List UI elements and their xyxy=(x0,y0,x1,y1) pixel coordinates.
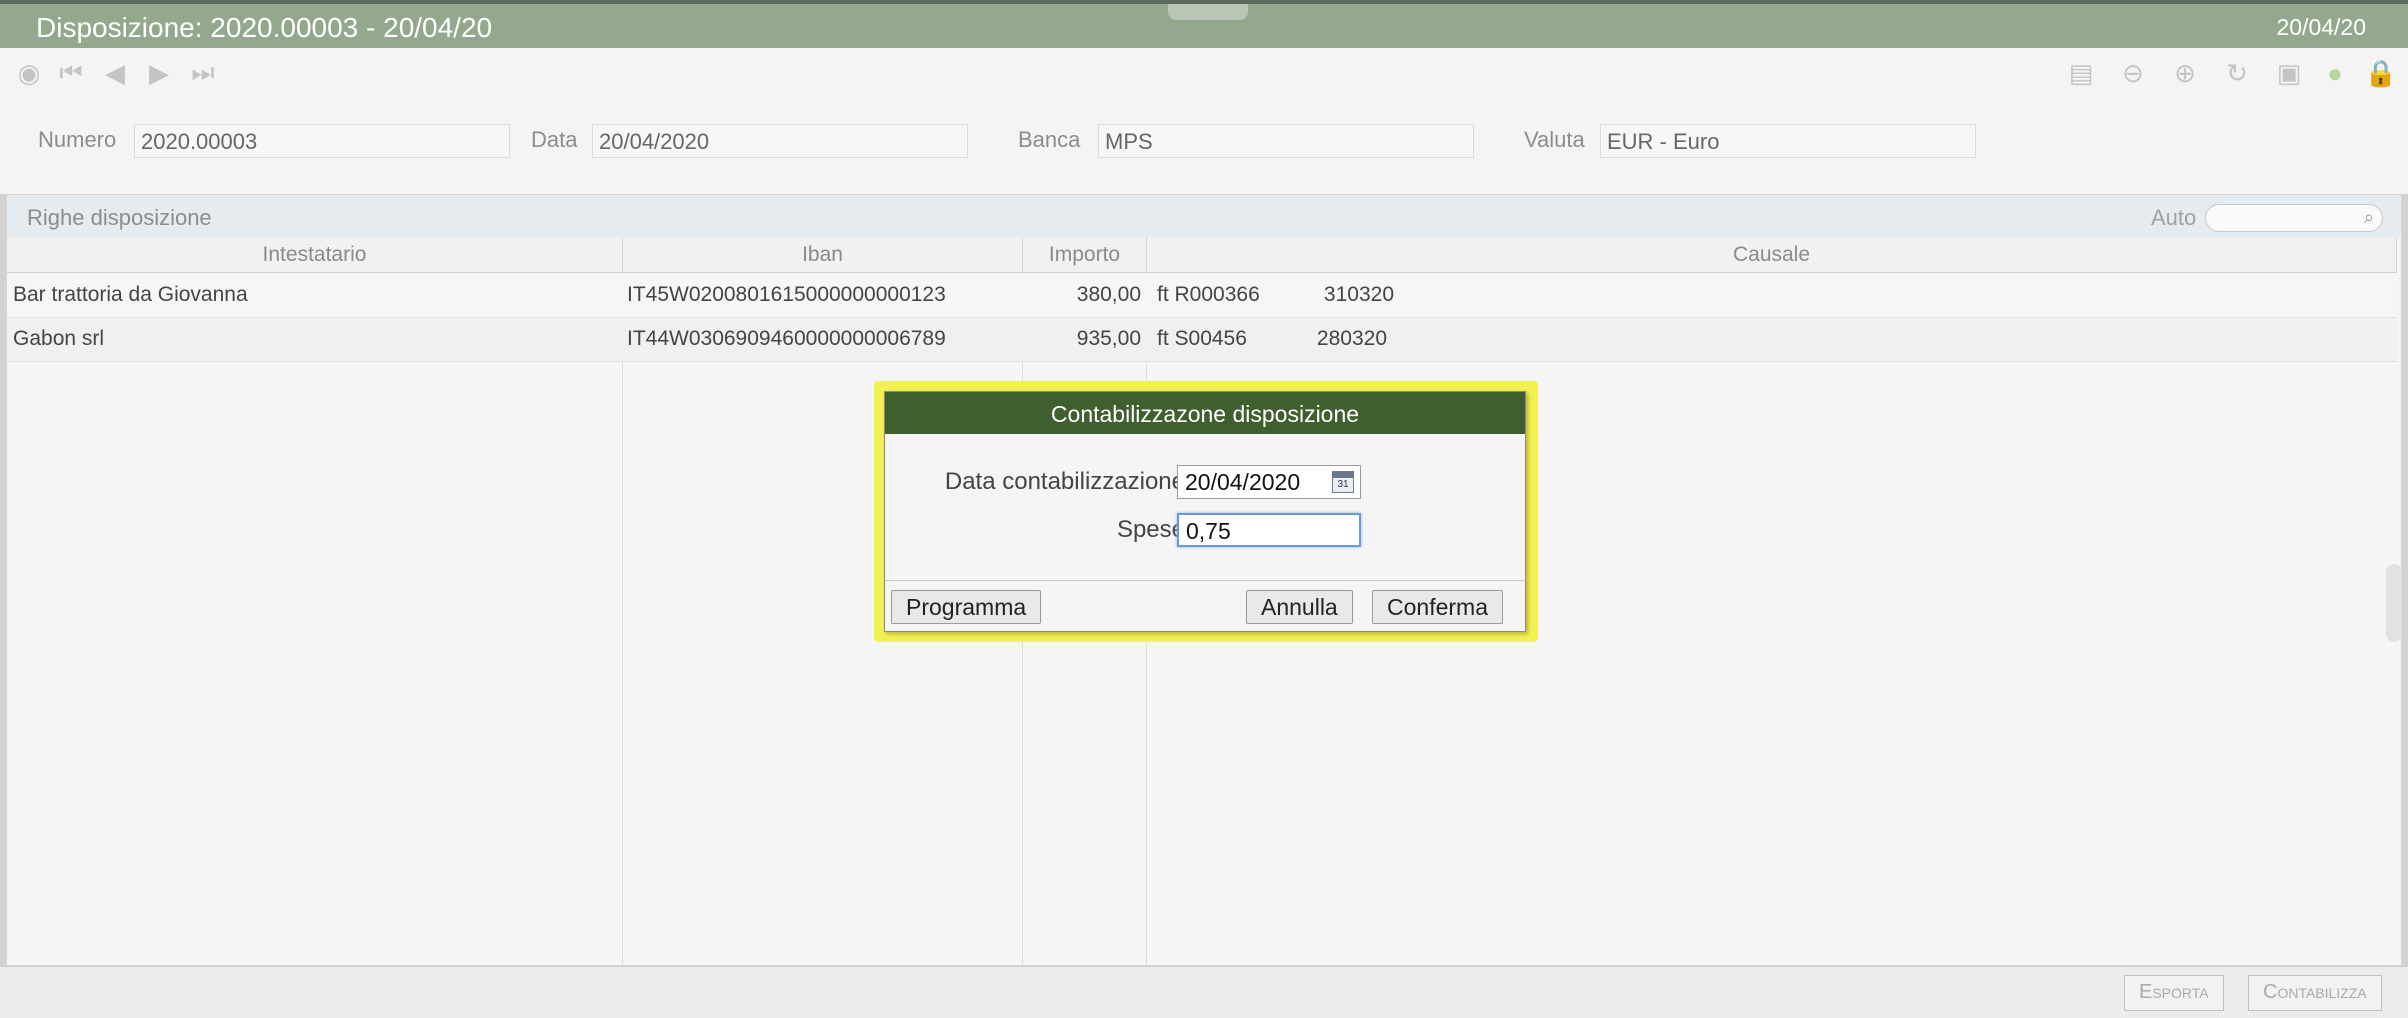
column-header-causale[interactable]: Causale xyxy=(1147,237,2397,273)
dialog-separator xyxy=(885,580,1525,581)
window-title: Disposizione: 2020.00003 - 20/04/20 xyxy=(36,12,493,43)
add-icon[interactable]: ⊕ xyxy=(2170,58,2200,88)
cell-iban: IT44W0306909460000000006789 xyxy=(627,327,946,350)
spese-field[interactable]: 0,75 xyxy=(1177,513,1361,547)
column-header-importo[interactable]: Importo xyxy=(1023,237,1147,273)
cell-causale: ft R000366 310320 xyxy=(1157,283,1394,306)
esporta-button[interactable]: Esporta xyxy=(2124,975,2224,1011)
vertical-scrollbar[interactable] xyxy=(2386,564,2402,642)
cell-iban: IT45W0200801615000000000123 xyxy=(627,283,946,306)
previous-record-icon[interactable]: ◀ xyxy=(100,58,130,88)
cell-importo: 935,00 xyxy=(1076,327,1141,350)
remove-icon[interactable]: ⊖ xyxy=(2118,58,2148,88)
valuta-field[interactable]: EUR - Euro xyxy=(1600,124,1976,158)
contabilizzazione-dialog: Contabilizzazone disposizione Data conta… xyxy=(884,391,1526,632)
drag-handle[interactable] xyxy=(1168,4,1248,20)
spese-label: Spese xyxy=(1116,516,1185,543)
status-dot-icon: ● xyxy=(2327,57,2343,88)
grid-search-input[interactable]: ⌕ xyxy=(2205,204,2383,232)
data-label: Data xyxy=(531,127,578,152)
cell-intestatario: Bar trattoria da Giovanna xyxy=(13,283,248,306)
last-record-icon[interactable]: ⏭ xyxy=(188,57,218,88)
banca-field[interactable]: MPS xyxy=(1098,124,1474,158)
data-contabilizzazione-label: Data contabilizzazione xyxy=(944,468,1185,495)
lock-icon[interactable]: 🔒 xyxy=(2365,58,2397,88)
cell-intestatario: Gabon srl xyxy=(13,327,105,350)
window-date: 20/04/20 xyxy=(2276,14,2366,40)
numero-label: Numero xyxy=(38,127,117,152)
cell-causale: ft S00456 280320 xyxy=(1157,327,1387,350)
toolbar: ◉ ⏮ ◀ ▶ ⏭ ▤ ⊖ ⊕ ↻ ▣ ● 🔒 xyxy=(0,48,2408,94)
home-icon[interactable]: ◉ xyxy=(14,58,44,88)
refresh-icon[interactable]: ↻ xyxy=(2222,58,2252,88)
banca-label: Banca xyxy=(1018,127,1081,152)
column-divider xyxy=(622,273,623,965)
grid-title-bar: Righe disposizione Auto ⌕ xyxy=(7,195,2401,237)
cell-importo: 380,00 xyxy=(1076,283,1141,306)
archive-icon[interactable]: ▤ xyxy=(2066,58,2096,88)
numero-field[interactable]: 2020.00003 xyxy=(134,124,510,158)
annulla-button[interactable]: Annulla xyxy=(1246,590,1353,624)
column-header-iban[interactable]: Iban xyxy=(623,237,1023,273)
table-row[interactable]: Bar trattoria da Giovanna IT45W020080161… xyxy=(7,274,2397,318)
footer-bar: Esporta Contabilizza xyxy=(0,966,2408,1018)
first-record-icon[interactable]: ⏮ xyxy=(56,57,86,88)
table-row[interactable]: Gabon srl IT44W0306909460000000006789 93… xyxy=(7,318,2397,362)
dialog-title: Contabilizzazone disposizione xyxy=(885,392,1525,434)
search-icon[interactable]: ⌕ xyxy=(2364,207,2374,228)
column-header-intestatario[interactable]: Intestatario xyxy=(7,237,623,273)
conferma-button[interactable]: Conferma xyxy=(1372,590,1503,624)
grid-title: Righe disposizione xyxy=(27,205,212,230)
data-contabilizzazione-value: 20/04/2020 xyxy=(1185,469,1301,495)
next-record-icon[interactable]: ▶ xyxy=(144,58,174,88)
contabilizza-button[interactable]: Contabilizza xyxy=(2248,975,2382,1011)
programma-button[interactable]: Programma xyxy=(891,590,1042,624)
save-icon[interactable]: ▣ xyxy=(2274,58,2304,88)
data-field[interactable]: 20/04/2020 xyxy=(592,124,968,158)
valuta-label: Valuta xyxy=(1524,127,1585,152)
calendar-icon[interactable]: 31 xyxy=(1332,471,1354,493)
data-contabilizzazione-field[interactable]: 20/04/2020 31 xyxy=(1177,465,1361,499)
title-bar: Disposizione: 2020.00003 - 20/04/20 20/0… xyxy=(0,4,2408,48)
auto-label: Auto xyxy=(2151,205,2197,230)
header-form: Numero 2020.00003 Data 20/04/2020 Banca … xyxy=(0,94,2408,194)
